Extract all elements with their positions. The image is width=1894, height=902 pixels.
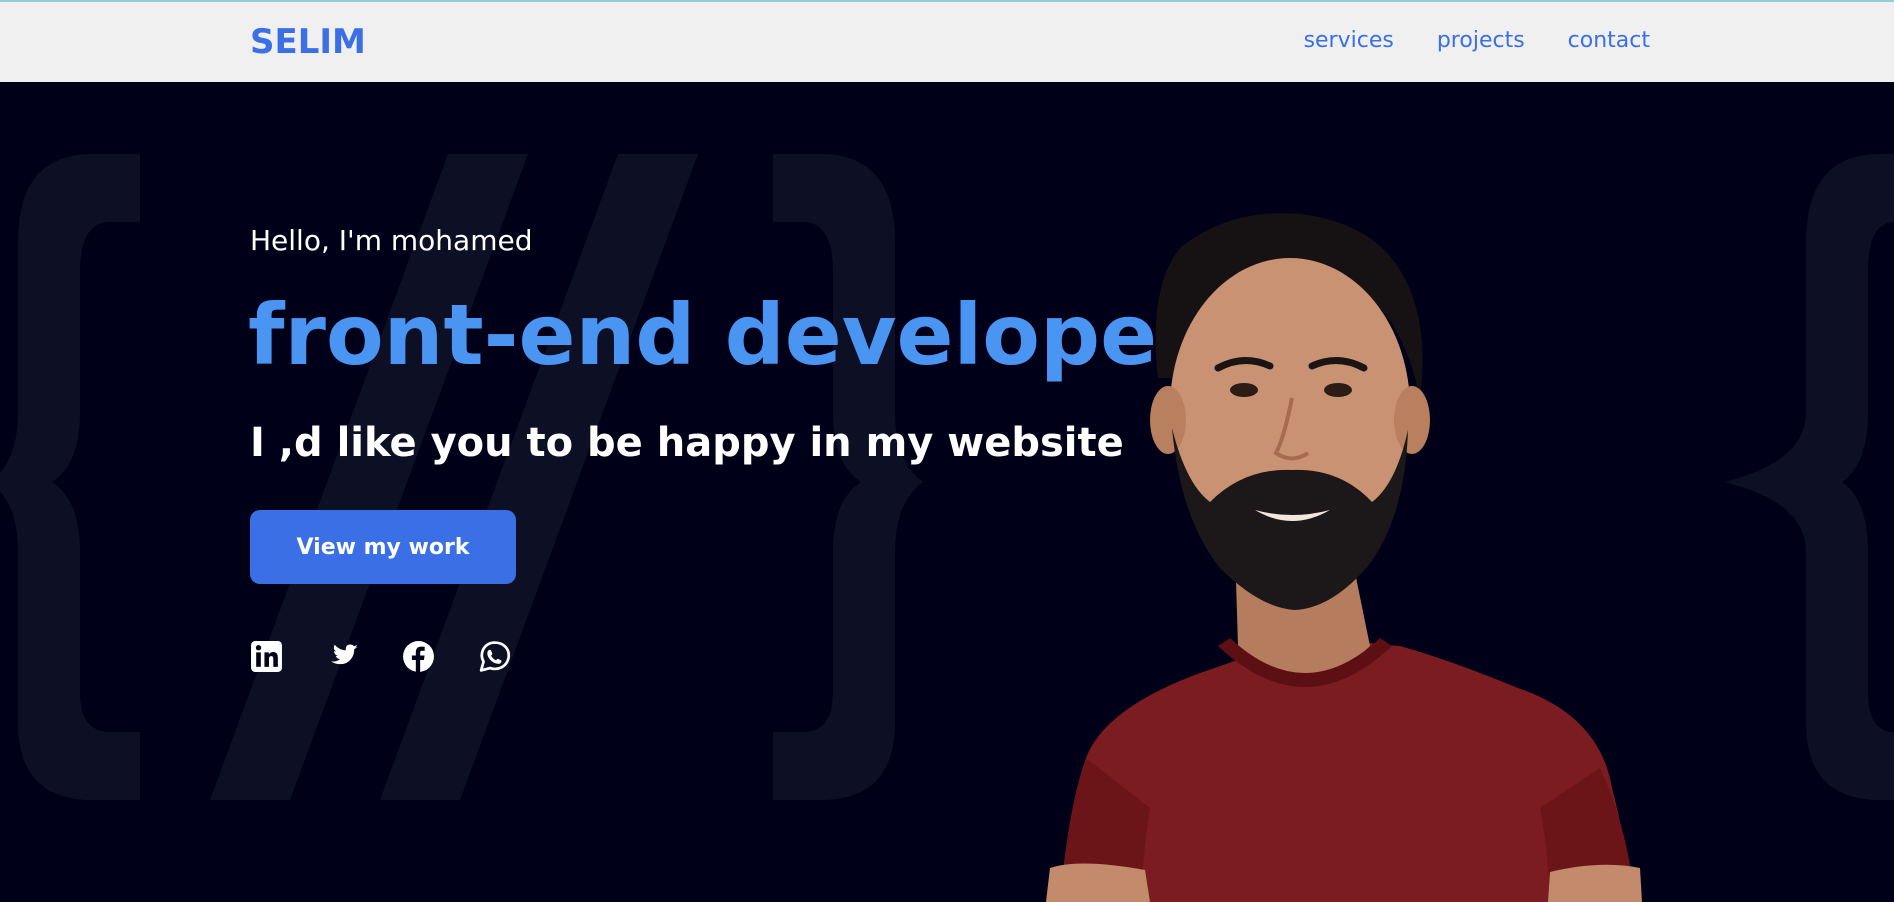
nav-link-projects[interactable]: projects <box>1437 28 1525 53</box>
social-links <box>250 640 511 673</box>
greeting-text: Hello, I'm mohamed <box>250 224 533 257</box>
nav-link-services[interactable]: services <box>1304 28 1394 53</box>
portrait-photo <box>1046 213 1642 902</box>
brand-logo[interactable]: SELIM <box>250 22 366 62</box>
nav-link-contact[interactable]: contact <box>1568 28 1650 53</box>
view-my-work-button[interactable]: View my work <box>250 510 516 584</box>
navbar: SELIM services projects contact <box>0 2 1894 82</box>
linkedin-icon[interactable] <box>250 640 283 673</box>
twitter-icon[interactable] <box>326 640 359 673</box>
hero-section: Hello, I'm mohamed front-end developer I… <box>0 82 1894 902</box>
whatsapp-icon[interactable] <box>478 640 511 673</box>
nav-links: services projects contact <box>1304 28 1650 53</box>
facebook-icon[interactable] <box>402 640 435 673</box>
top-accent-line <box>0 0 1894 2</box>
